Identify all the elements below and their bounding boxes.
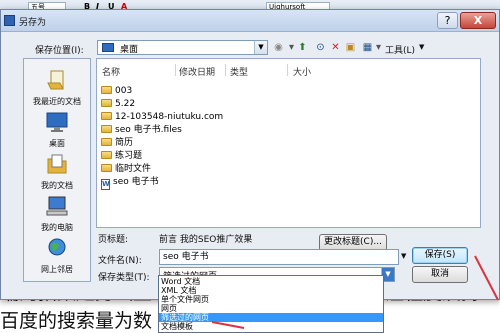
annotation-arrows bbox=[211, 255, 499, 329]
annotation-arrow bbox=[474, 255, 499, 301]
annotation-arrow bbox=[211, 321, 245, 329]
